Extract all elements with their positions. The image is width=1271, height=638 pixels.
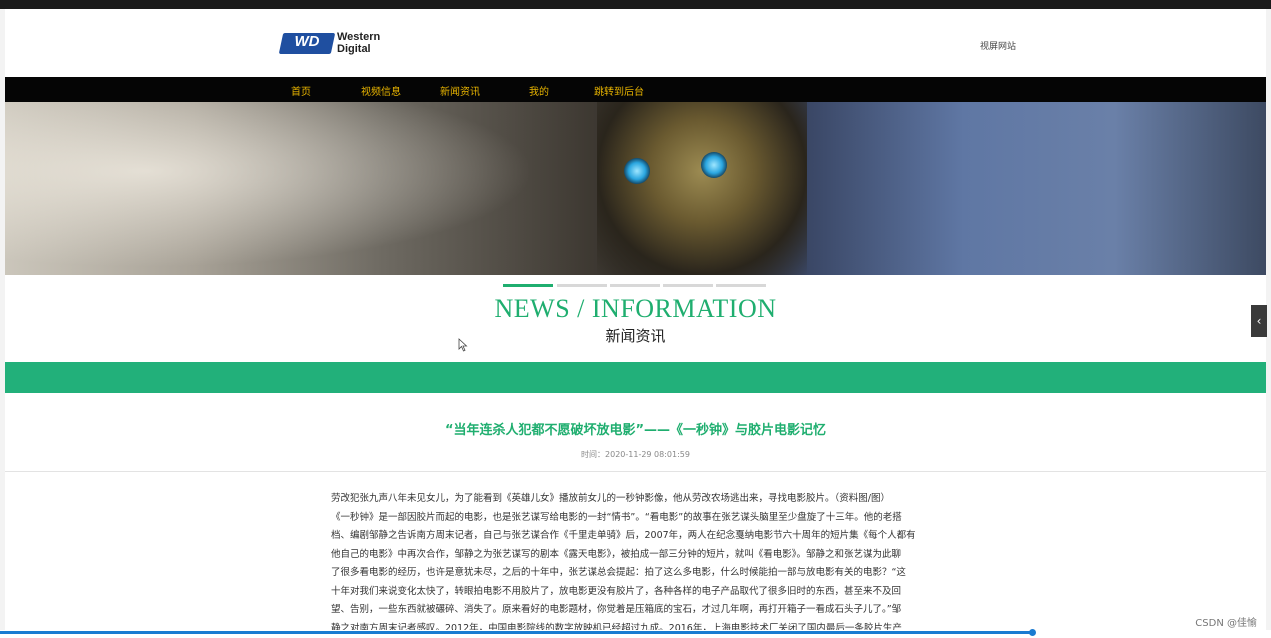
section-title-cn: 新闻资讯 (5, 325, 1266, 346)
nav-item-mine[interactable]: 我的 (529, 83, 549, 98)
site-link[interactable]: 视屏网站 (980, 39, 1016, 52)
banner-robot-image (597, 102, 807, 275)
wd-logo-mark: WD (279, 33, 335, 54)
banner-smoke (5, 102, 565, 275)
robot-right-eye (701, 152, 727, 178)
chevron-left-icon: ‹ (1257, 314, 1262, 328)
section-green-band (5, 362, 1266, 393)
article-body: 劳改犯张九声八年未见女儿，为了能看到《英雄儿女》播放前女儿的一秒钟影像，他从劳改… (331, 490, 941, 638)
side-collapse-tab[interactable]: ‹ (1251, 305, 1267, 337)
progress-track (0, 631, 1035, 634)
carousel-dot-2[interactable] (557, 284, 607, 287)
nav-item-videos[interactable]: 视频信息 (361, 83, 401, 98)
logo-wordmark: Western Digital (337, 31, 407, 55)
western-digital-logo[interactable]: WD Western Digital (281, 31, 401, 57)
nav-item-admin[interactable]: 跳转到后台 (594, 83, 644, 98)
browser-top-bar (0, 0, 1271, 9)
article-divider (5, 471, 1266, 472)
article-line: 他自己的电影》中再次合作，邹静之为张艺谋写的剧本《露天电影》，被拍成一部三分钟的… (331, 546, 941, 565)
section-title-en: NEWS / INFORMATION (5, 294, 1266, 324)
site-header: WD Western Digital 视屏网站 (5, 9, 1266, 77)
mouse-cursor-icon (458, 338, 470, 352)
article-line: 了很多看电影的经历，也许是意犹未尽，之后的十年中，张艺谋总会提起：拍了这么多电影… (331, 564, 941, 583)
article-line: 劳改犯张九声八年未见女儿，为了能看到《英雄儿女》播放前女儿的一秒钟影像，他从劳改… (331, 490, 941, 509)
logo-mark-text: WD (281, 33, 333, 54)
article-line: 《一秒钟》是一部因胶片而起的电影，也是张艺谋写给电影的一封“情书”。“看电影”的… (331, 509, 941, 528)
logo-word-line1: Western (337, 31, 407, 43)
main-nav: 首页 视频信息 新闻资讯 我的 跳转到后台 (5, 77, 1266, 102)
nav-item-news[interactable]: 新闻资讯 (440, 83, 480, 98)
logo-word-line2: Digital (337, 43, 407, 55)
article-line: 十年对我们来说变化太快了，转眼拍电影不用胶片了，放电影更没有胶片了，各种各样的电… (331, 583, 941, 602)
carousel-dot-4[interactable] (663, 284, 713, 287)
hero-banner[interactable] (5, 102, 1266, 275)
progress-bar[interactable] (0, 630, 1271, 636)
carousel-dot-5[interactable] (716, 284, 766, 287)
carousel-dot-3[interactable] (610, 284, 660, 287)
article-title: “当年连杀人犯都不愿破坏放电影”——《一秒钟》与胶片电影记忆 (5, 419, 1266, 438)
article-line: 档、编剧邹静之告诉南方周末记者，自己与张艺谋合作《千里走单骑》后，2007年，两… (331, 527, 941, 546)
carousel-dot-1[interactable] (503, 284, 553, 287)
article-line: 望、告别，一些东西就被碾碎、消失了。原来看好的电影题材，你觉着是压箱底的宝石，才… (331, 601, 941, 620)
article-timestamp: 时间：2020-11-29 08:01:59 (5, 449, 1266, 460)
carousel-indicators (503, 284, 767, 288)
nav-item-home[interactable]: 首页 (291, 83, 311, 98)
robot-left-eye (624, 158, 650, 184)
progress-knob[interactable] (1029, 629, 1036, 636)
csdn-watermark: CSDN @佳愉 (1195, 614, 1257, 629)
